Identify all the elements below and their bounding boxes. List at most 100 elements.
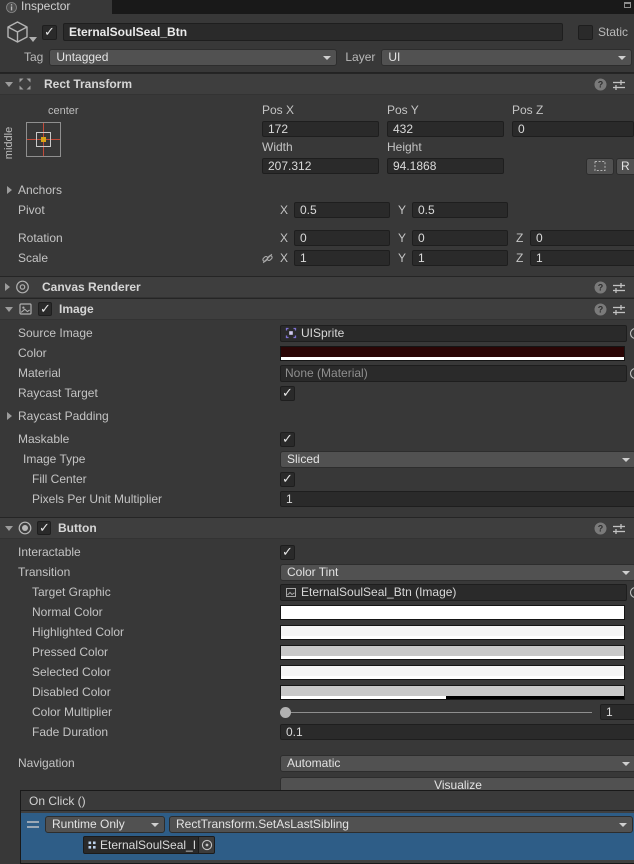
maskable-checkbox[interactable] xyxy=(280,432,295,447)
layer-dropdown[interactable]: UI xyxy=(381,49,632,66)
scale-y-field[interactable]: 1 xyxy=(412,250,508,266)
navigation-dropdown[interactable]: Automatic xyxy=(280,755,634,772)
ppu-multiplier-field[interactable]: 1 xyxy=(280,491,634,507)
foldout-closed-icon[interactable] xyxy=(7,186,12,194)
window-menu-icon[interactable] xyxy=(624,2,631,8)
rect-transform-mini-icon xyxy=(88,841,97,850)
pivot-x-field[interactable]: 0.5 xyxy=(294,202,390,218)
drag-handle-icon[interactable] xyxy=(27,821,39,828)
gameobject-icon-selector[interactable] xyxy=(4,19,42,45)
name-input[interactable]: EternalSoulSeal_Btn xyxy=(63,23,563,41)
event-target-value: EternalSoulSeal_Image (R xyxy=(100,838,195,852)
fade-duration-label: Fade Duration xyxy=(18,725,280,739)
foldout-closed-icon[interactable] xyxy=(7,412,12,420)
component-enabled-checkbox[interactable] xyxy=(37,521,51,535)
rotation-y-field[interactable]: 0 xyxy=(412,230,508,246)
object-picker-icon[interactable] xyxy=(629,367,634,380)
object-picker-icon[interactable] xyxy=(198,837,214,853)
image-type-dropdown[interactable]: Sliced xyxy=(280,451,634,468)
image-header[interactable]: Image ? xyxy=(0,298,634,320)
help-icon[interactable]: ? xyxy=(594,303,607,316)
presets-icon[interactable] xyxy=(612,78,626,91)
material-field[interactable]: None (Material) xyxy=(280,365,627,382)
event-function-dropdown[interactable]: RectTransform.SetAsLastSibling xyxy=(169,816,633,833)
target-graphic-field[interactable]: EternalSoulSeal_Btn (Image) xyxy=(280,584,627,601)
help-icon[interactable]: ? xyxy=(594,281,607,294)
maskable-label: Maskable xyxy=(18,432,280,446)
sprite-icon xyxy=(285,327,297,339)
presets-icon[interactable] xyxy=(612,303,626,316)
interactable-label: Interactable xyxy=(18,545,280,559)
rotation-x-field[interactable]: 0 xyxy=(294,230,390,246)
fill-center-checkbox[interactable] xyxy=(280,472,295,487)
rect-transform-icon xyxy=(18,77,32,91)
target-graphic-value: EternalSoulSeal_Btn (Image) xyxy=(301,585,456,600)
help-icon[interactable]: ? xyxy=(594,78,607,91)
foldout-closed-icon[interactable] xyxy=(5,283,10,291)
foldout-open-icon[interactable] xyxy=(5,307,13,312)
pivot-y-field[interactable]: 0.5 xyxy=(412,202,508,218)
color-swatch[interactable] xyxy=(280,346,625,361)
event-mode-dropdown[interactable]: Runtime Only xyxy=(45,816,165,833)
object-picker-icon[interactable] xyxy=(629,327,634,340)
ppu-multiplier-label: Pixels Per Unit Multiplier xyxy=(18,492,280,506)
gameobject-header: EternalSoulSeal_Btn Static Tag Untagged … xyxy=(0,14,634,73)
pressed-color-swatch[interactable] xyxy=(280,645,625,660)
canvas-renderer-header[interactable]: Canvas Renderer ? xyxy=(0,276,634,298)
interactable-checkbox[interactable] xyxy=(280,545,295,560)
fill-center-label: Fill Center xyxy=(18,472,280,486)
pos-y-field[interactable]: 432 xyxy=(387,121,504,137)
fade-duration-field[interactable]: 0.1 xyxy=(280,724,634,740)
slider-knob[interactable] xyxy=(280,707,291,718)
pos-z-field[interactable]: 0 xyxy=(512,121,634,137)
scale-z-field[interactable]: 1 xyxy=(530,250,634,266)
highlighted-color-swatch[interactable] xyxy=(280,625,625,640)
height-field[interactable]: 94.1868 xyxy=(387,158,504,174)
rect-transform-header[interactable]: Rect Transform ? xyxy=(0,73,634,95)
button-header[interactable]: Button ? xyxy=(0,517,634,539)
material-value: None (Material) xyxy=(285,366,368,381)
normal-color-swatch[interactable] xyxy=(280,605,625,620)
selected-color-swatch[interactable] xyxy=(280,665,625,680)
axis-x-label: X xyxy=(280,231,289,245)
layer-label: Layer xyxy=(345,50,375,64)
color-multiplier-field[interactable]: 1 xyxy=(600,704,634,720)
slider-track xyxy=(282,712,592,713)
foldout-open-icon[interactable] xyxy=(5,526,13,531)
image-icon xyxy=(285,587,297,598)
blueprint-mode-button[interactable] xyxy=(586,158,614,175)
anchor-preset-widget[interactable] xyxy=(26,122,61,157)
scale-x-field[interactable]: 1 xyxy=(294,250,390,266)
presets-icon[interactable] xyxy=(612,522,626,535)
target-graphic-label: Target Graphic xyxy=(18,585,280,599)
component-title: Canvas Renderer xyxy=(42,280,141,294)
event-target-object-field[interactable]: EternalSoulSeal_Image (R xyxy=(83,836,215,854)
static-checkbox[interactable] xyxy=(578,25,593,40)
disabled-color-swatch[interactable] xyxy=(280,685,625,700)
rotation-z-field[interactable]: 0 xyxy=(530,230,634,246)
transition-dropdown[interactable]: Color Tint xyxy=(280,564,634,581)
pos-x-field[interactable]: 172 xyxy=(262,121,379,137)
color-multiplier-slider[interactable] xyxy=(280,704,594,720)
component-enabled-checkbox[interactable] xyxy=(38,302,52,316)
axis-y-label: Y xyxy=(398,203,407,217)
event-row-selected[interactable]: Runtime Only RectTransform.SetAsLastSibl… xyxy=(21,813,634,860)
source-image-value: UISprite xyxy=(301,326,344,341)
canvas-renderer-icon xyxy=(15,280,30,294)
axis-z-label: Z xyxy=(516,251,525,265)
link-broken-icon[interactable] xyxy=(261,252,274,265)
width-field[interactable]: 207.312 xyxy=(262,158,379,174)
help-icon[interactable]: ? xyxy=(594,522,607,535)
foldout-open-icon[interactable] xyxy=(5,82,13,87)
raw-edit-mode-button[interactable]: R xyxy=(616,158,634,175)
presets-icon[interactable] xyxy=(612,281,626,294)
selected-color-label: Selected Color xyxy=(18,665,280,679)
raycast-target-checkbox[interactable] xyxy=(280,386,295,401)
highlighted-color-label: Highlighted Color xyxy=(18,625,280,639)
tab-inspector[interactable]: Inspector xyxy=(0,0,112,14)
tag-dropdown[interactable]: Untagged xyxy=(49,49,337,66)
object-picker-icon[interactable] xyxy=(629,586,634,599)
source-image-field[interactable]: UISprite xyxy=(280,325,627,342)
normal-color-label: Normal Color xyxy=(18,605,280,619)
active-checkbox[interactable] xyxy=(42,25,57,40)
